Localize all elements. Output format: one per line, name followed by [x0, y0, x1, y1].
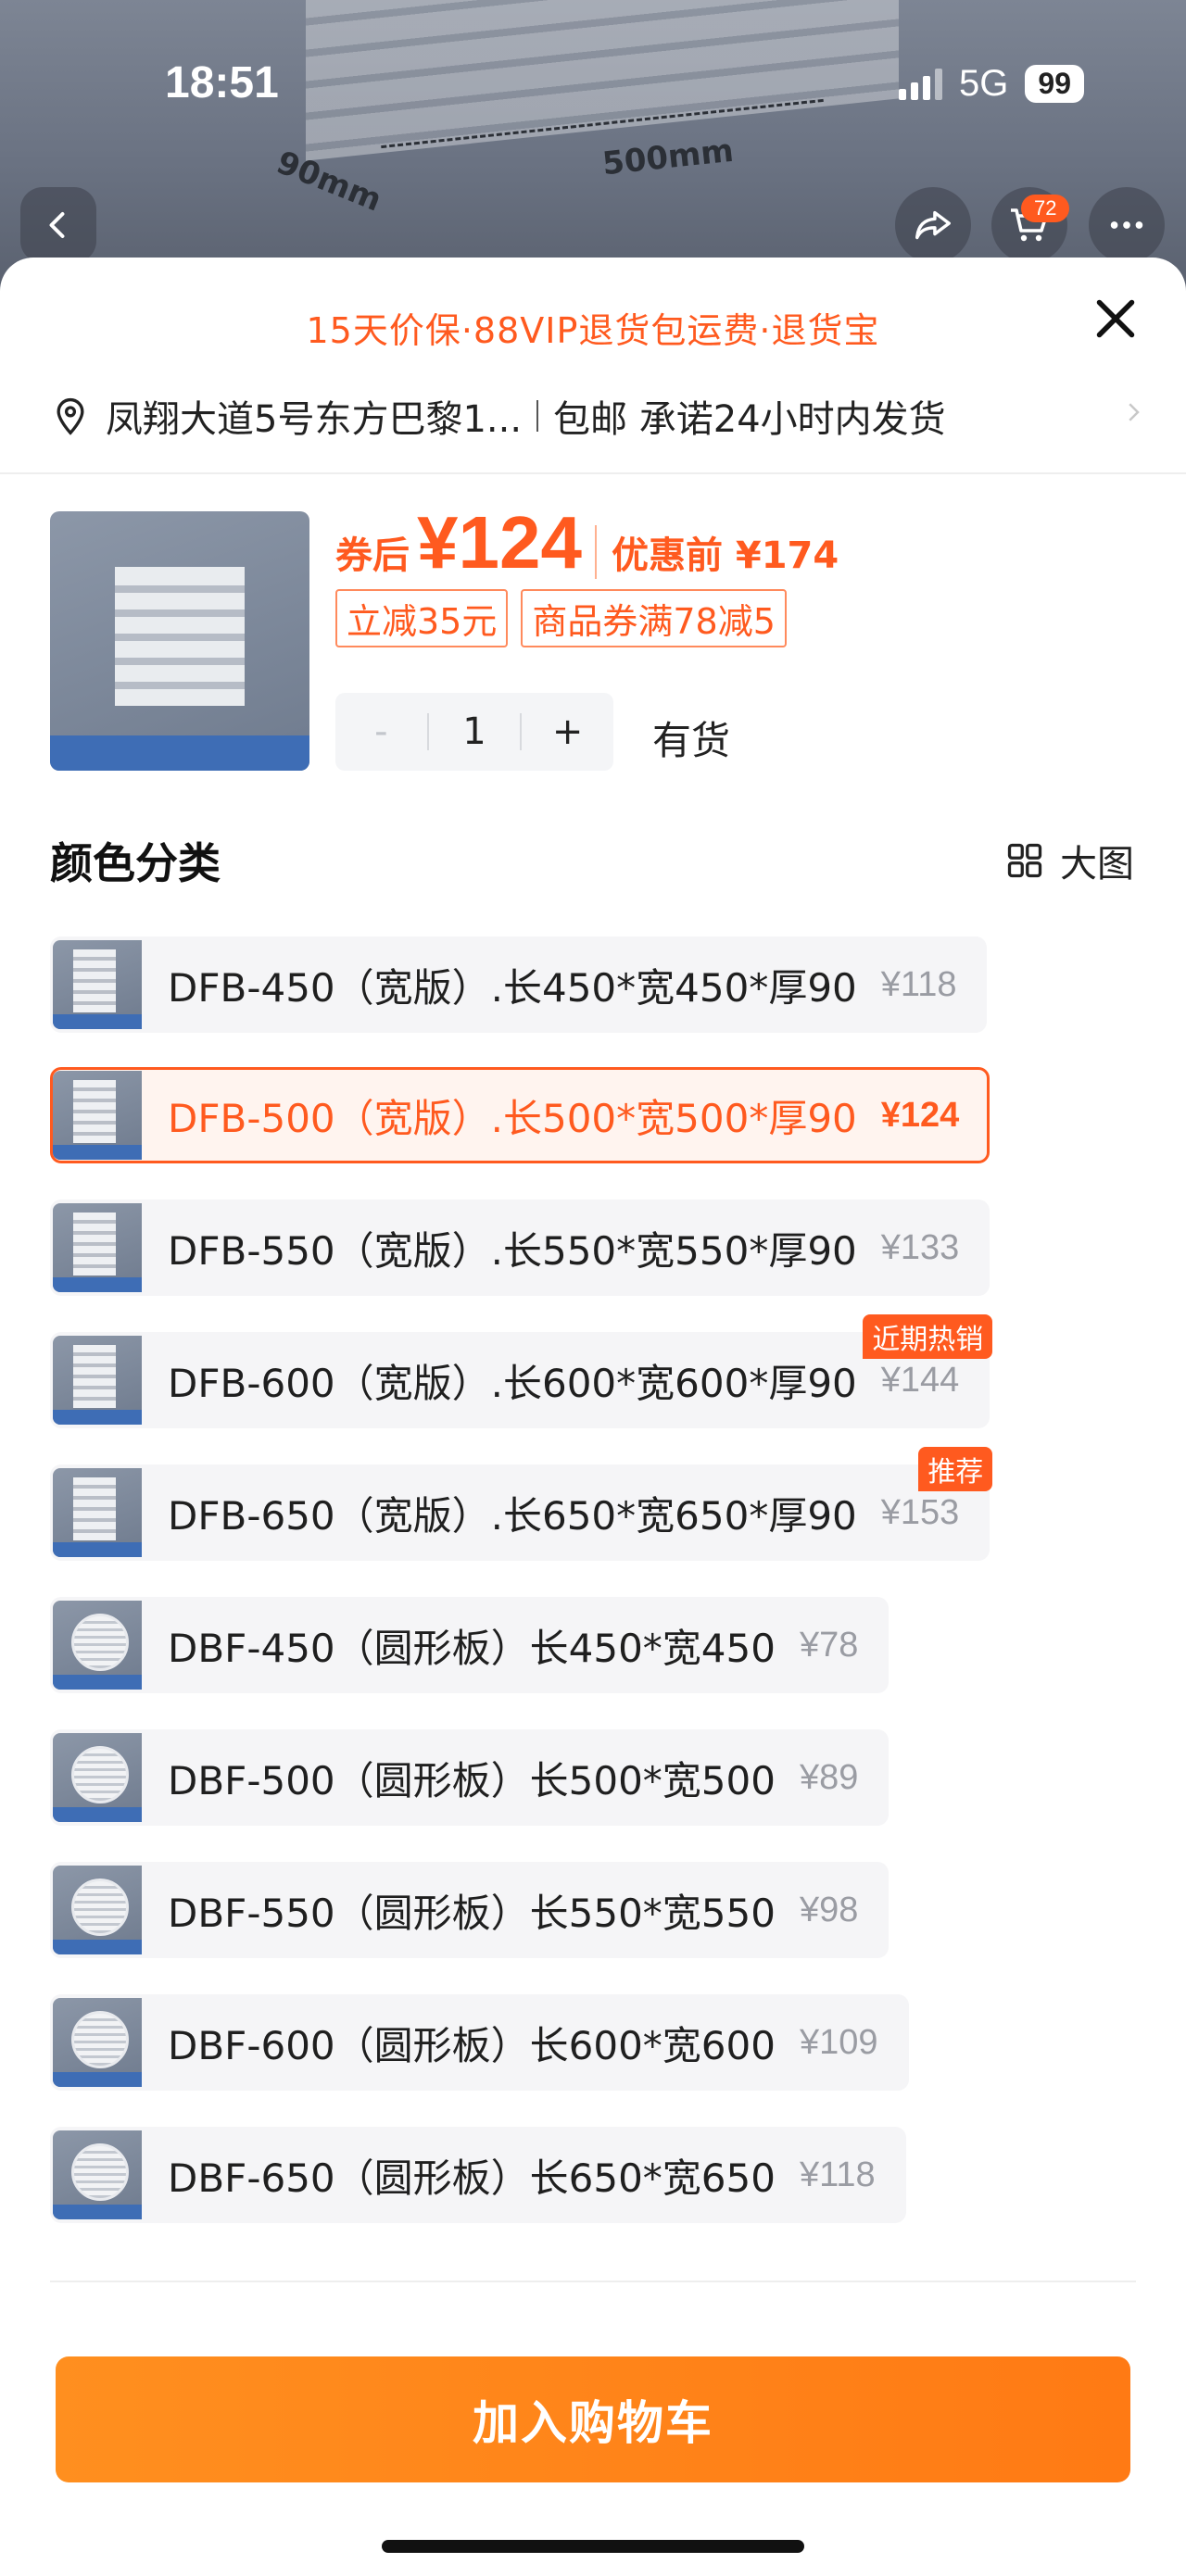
- share-button[interactable]: [895, 187, 971, 263]
- variant-label: DFB-500（宽版）.长500*宽500*厚90: [168, 1095, 857, 1141]
- stock-status: 有货: [652, 718, 731, 763]
- variant-thumbnail: [53, 1071, 142, 1160]
- variant-option[interactable]: DBF-550（圆形板）长550*宽550 ¥98: [50, 1862, 890, 1958]
- home-indicator: [382, 2540, 804, 2553]
- variant-price: ¥89: [799, 1757, 859, 1797]
- cart-count-badge: 72: [1021, 195, 1070, 222]
- louver-image: [306, 0, 899, 161]
- coupon-list: 立减35元 商品券满78减5: [335, 589, 787, 647]
- selected-product-thumbnail[interactable]: [50, 511, 309, 771]
- close-icon: [1096, 299, 1135, 338]
- divider: [50, 2281, 1136, 2282]
- variant-label: DFB-650（宽版）.长650*宽650*厚90: [168, 1492, 857, 1539]
- variant-option[interactable]: DBF-450（圆形板）长450*宽450 ¥78: [50, 1597, 890, 1693]
- variant-price: ¥153: [880, 1492, 960, 1532]
- variant-option[interactable]: DFB-600（宽版）.长600*宽600*厚90 ¥144 近期热销: [50, 1314, 993, 1428]
- variant-label: DBF-550（圆形板）长550*宽550: [168, 1890, 776, 1936]
- variant-price: ¥133: [880, 1227, 960, 1267]
- price-row: 券后 ¥124 优惠前 ¥174: [335, 500, 839, 585]
- variant-thumbnail: [53, 2130, 142, 2219]
- hot-sale-tag: 近期热销: [863, 1314, 993, 1359]
- variant-thumbnail: [53, 1866, 142, 1954]
- close-button[interactable]: [1088, 291, 1143, 346]
- big-view-toggle[interactable]: 大图: [1004, 834, 1134, 887]
- sku-selector-sheet: 15天价保·88VIP退货包运费·退货宝 凤翔大道5号东方巴黎1... 包邮 承…: [0, 258, 1186, 2576]
- status-icons: 5G 99: [899, 63, 1084, 105]
- quantity-stepper: - 1 +: [335, 693, 613, 771]
- variant-label: DBF-600（圆形板）长600*宽600: [168, 2022, 776, 2068]
- variant-thumbnail: [53, 1336, 142, 1425]
- quantity-value[interactable]: 1: [429, 710, 521, 753]
- chevron-left-icon: [49, 212, 65, 238]
- variant-thumbnail: [53, 1998, 142, 2087]
- signal-icon: [899, 68, 943, 100]
- battery-level: 99: [1025, 65, 1084, 103]
- variant-option[interactable]: DBF-650（圆形板）长650*宽650 ¥118: [50, 2127, 906, 2223]
- shipping-promise: 包邮 承诺24小时内发货: [553, 398, 946, 441]
- variant-label: DBF-650（圆形板）长650*宽650: [168, 2155, 776, 2201]
- variant-option[interactable]: DBF-600（圆形板）长600*宽600 ¥109: [50, 1994, 909, 2091]
- variant-thumbnail: [53, 1468, 142, 1557]
- variant-price: ¥118: [880, 964, 957, 1004]
- network-type: 5G: [959, 63, 1009, 104]
- variant-price: ¥118: [799, 2155, 876, 2194]
- delivery-row[interactable]: 凤翔大道5号东方巴黎1... 包邮 承诺24小时内发货: [50, 389, 946, 443]
- coupon-badge: 商品券满78减5: [521, 589, 787, 647]
- back-button[interactable]: [20, 187, 96, 263]
- variant-label: DFB-550（宽版）.长550*宽550*厚90: [168, 1227, 857, 1274]
- variant-thumbnail: [53, 940, 142, 1029]
- more-icon: [1110, 221, 1143, 229]
- variant-label: DFB-600（宽版）.长600*宽600*厚90: [168, 1360, 857, 1406]
- variant-option[interactable]: DBF-500（圆形板）长500*宽500 ¥89: [50, 1729, 890, 1826]
- variant-price: ¥144: [880, 1360, 960, 1400]
- promo-banner: 15天价保·88VIP退货包运费·退货宝: [306, 310, 880, 351]
- price-after-coupon: ¥124: [417, 501, 582, 584]
- variant-label: DBF-450（圆形板）长450*宽450: [168, 1625, 776, 1671]
- add-to-cart-button[interactable]: 加入购物车: [56, 2356, 1130, 2482]
- variant-option[interactable]: DFB-450（宽版）.长450*宽450*厚90 ¥118: [50, 936, 988, 1033]
- price-after-label: 券后: [335, 534, 410, 577]
- more-button[interactable]: [1089, 187, 1165, 263]
- recommended-tag: 推荐: [918, 1447, 993, 1491]
- status-time: 18:51: [165, 58, 279, 107]
- variant-thumbnail: [53, 1203, 142, 1292]
- variant-option[interactable]: DFB-550（宽版）.长550*宽550*厚90 ¥133: [50, 1200, 990, 1296]
- price-before-discount: 优惠前 ¥174: [594, 525, 839, 579]
- variant-thumbnail: [53, 1601, 142, 1690]
- variant-price: ¥109: [799, 2022, 878, 2062]
- decrease-button[interactable]: -: [335, 710, 427, 753]
- increase-button[interactable]: +: [522, 710, 613, 753]
- delivery-address: 凤翔大道5号东方巴黎1...: [106, 398, 523, 441]
- variant-label: DFB-450（宽版）.长450*宽450*厚90: [168, 964, 857, 1011]
- chevron-right-icon: [1129, 403, 1140, 421]
- dimension-width-label: 500mm: [600, 132, 736, 183]
- grid-icon: [1007, 843, 1042, 878]
- big-view-label: 大图: [1060, 843, 1134, 886]
- variant-price: ¥124: [880, 1095, 960, 1135]
- variant-section-title: 颜色分类: [50, 838, 221, 888]
- louver-thumbnail-image: [50, 567, 309, 771]
- variant-thumbnail: [53, 1733, 142, 1822]
- variant-price: ¥78: [799, 1625, 859, 1665]
- variant-option[interactable]: DFB-650（宽版）.长650*宽650*厚90 ¥153 推荐: [50, 1447, 993, 1561]
- variant-label: DBF-500（圆形板）长500*宽500: [168, 1757, 776, 1803]
- divider: [536, 400, 539, 432]
- share-icon: [915, 210, 951, 240]
- location-pin-icon: [57, 397, 84, 435]
- variant-price: ¥98: [799, 1890, 859, 1929]
- coupon-badge: 立减35元: [335, 589, 509, 647]
- variant-option-selected[interactable]: DFB-500（宽版）.长500*宽500*厚90 ¥124: [50, 1067, 990, 1163]
- divider: [0, 472, 1186, 474]
